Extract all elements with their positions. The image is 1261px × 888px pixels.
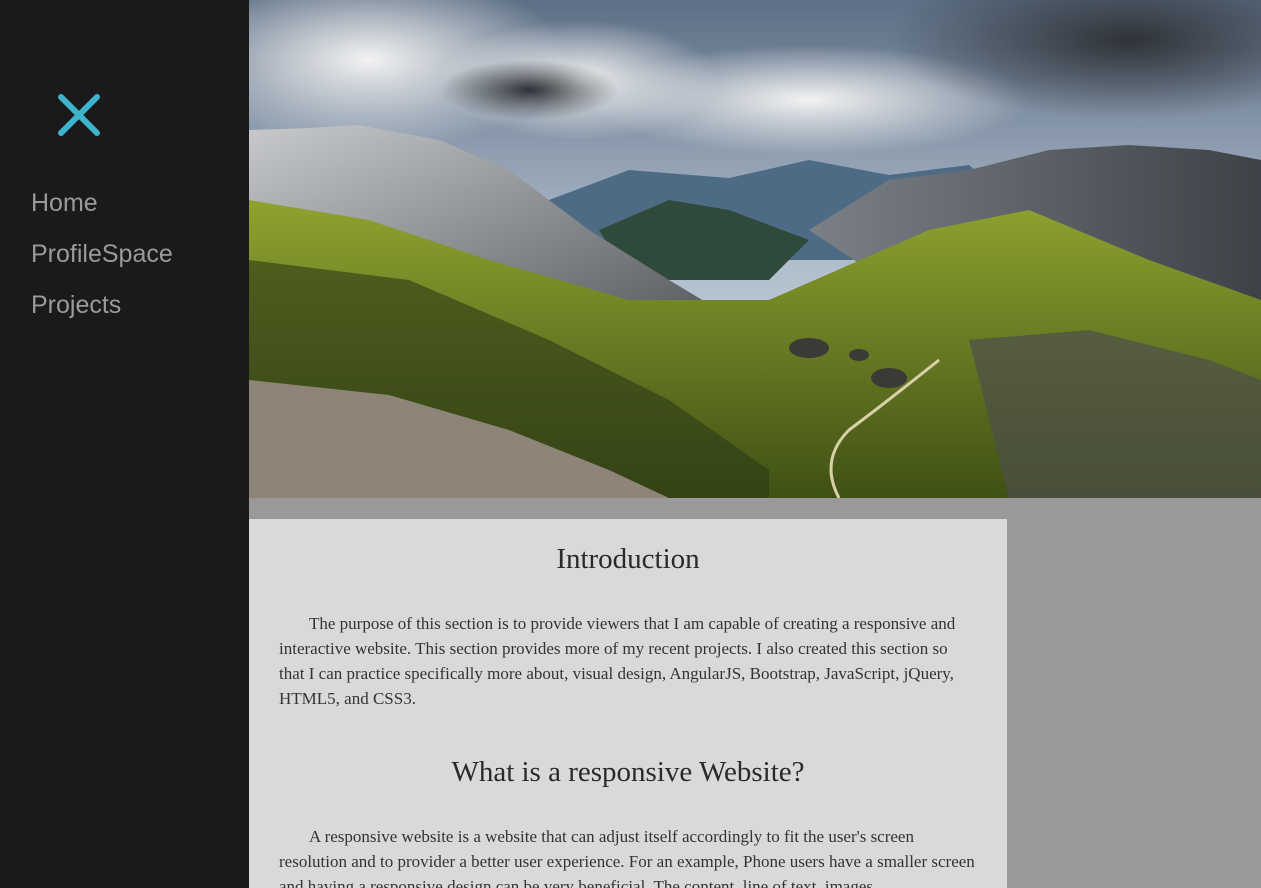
- hero-image: [249, 0, 1261, 498]
- close-menu-button[interactable]: [56, 92, 102, 138]
- sidebar-nav: Home ProfileSpace Projects: [31, 178, 173, 331]
- responsive-text: A responsive website is a website that c…: [279, 827, 975, 888]
- nav-item-projects[interactable]: Projects: [31, 280, 173, 331]
- responsive-heading: What is a responsive Website?: [451, 756, 805, 788]
- introduction-text: The purpose of this section is to provid…: [279, 614, 956, 708]
- mountain-landscape-image: [249, 0, 1261, 498]
- close-x-icon: [58, 94, 100, 136]
- nav-item-profilespace[interactable]: ProfileSpace: [31, 229, 173, 280]
- sidebar: Home ProfileSpace Projects: [0, 0, 249, 888]
- introduction-heading: Introduction: [556, 543, 700, 575]
- nav-item-home[interactable]: Home: [31, 178, 173, 229]
- content-panel: Introduction The purpose of this section…: [249, 519, 1007, 888]
